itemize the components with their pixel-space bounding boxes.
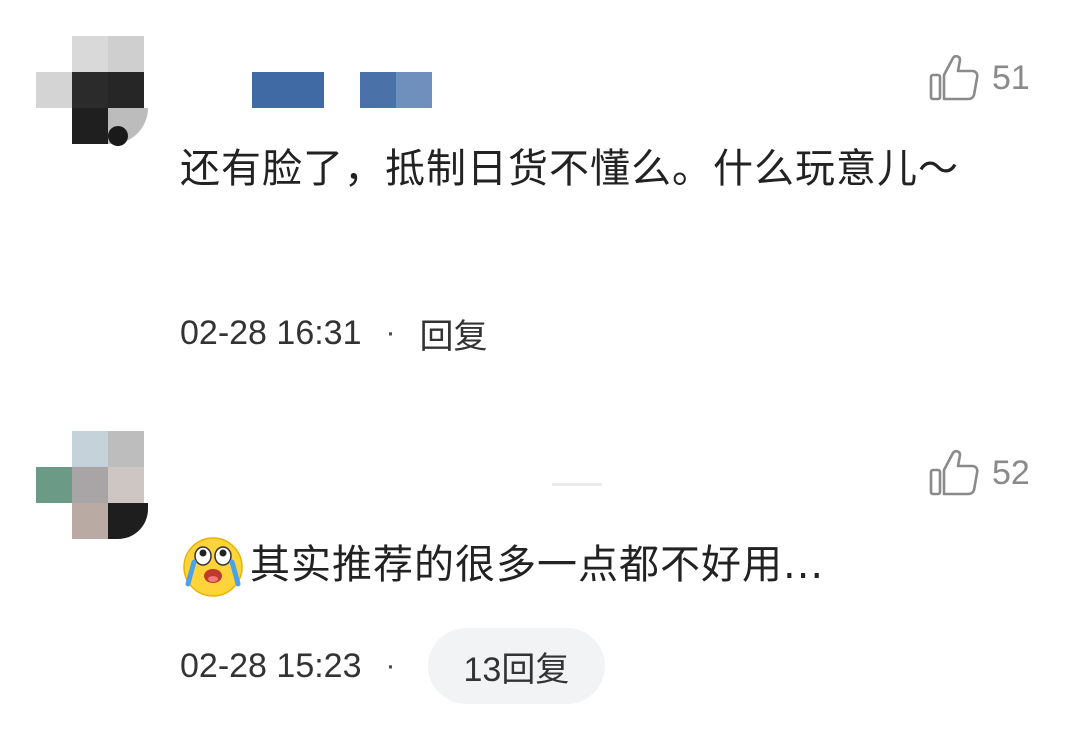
thumbs-up-icon (928, 54, 980, 102)
comment-meta: 02-28 15:23 · 13回复 (180, 628, 606, 704)
comment-meta: 02-28 16:31 · 回复 (180, 296, 488, 370)
comment-item: 51 还有脸了，抵制日货不懂么。什么玩意儿～ 02-28 16:31 · 回复 (0, 0, 1080, 395)
like-count: 52 (992, 453, 1030, 492)
crying-laughing-emoji-icon (180, 532, 246, 598)
separator-dot: · (385, 316, 396, 349)
comment-item: 52 其实推荐的很多一点都不好用... 02-28 15:23 · 13回复 (0, 395, 1080, 729)
comment-text: 还有脸了，抵制日货不懂么。什么玩意儿～ (180, 146, 959, 192)
thumbs-up-icon (928, 449, 980, 497)
view-replies-button[interactable]: 13回复 (427, 628, 606, 704)
like-button[interactable]: 52 (928, 447, 1030, 499)
timestamp: 02-28 15:23 (180, 646, 362, 685)
username-mosaic[interactable] (252, 72, 452, 108)
separator-dot: · (385, 649, 396, 682)
comment-text-content: 其实推荐的很多一点都不好用... (250, 542, 825, 588)
like-count: 51 (992, 58, 1030, 97)
like-button[interactable]: 51 (928, 52, 1030, 104)
username-mosaic[interactable] (552, 483, 602, 486)
timestamp: 02-28 16:31 (180, 313, 362, 352)
comment-text: 其实推荐的很多一点都不好用... (180, 532, 1040, 598)
avatar[interactable] (36, 431, 152, 547)
reply-button[interactable]: 回复 (420, 309, 488, 358)
avatar[interactable] (36, 36, 152, 152)
